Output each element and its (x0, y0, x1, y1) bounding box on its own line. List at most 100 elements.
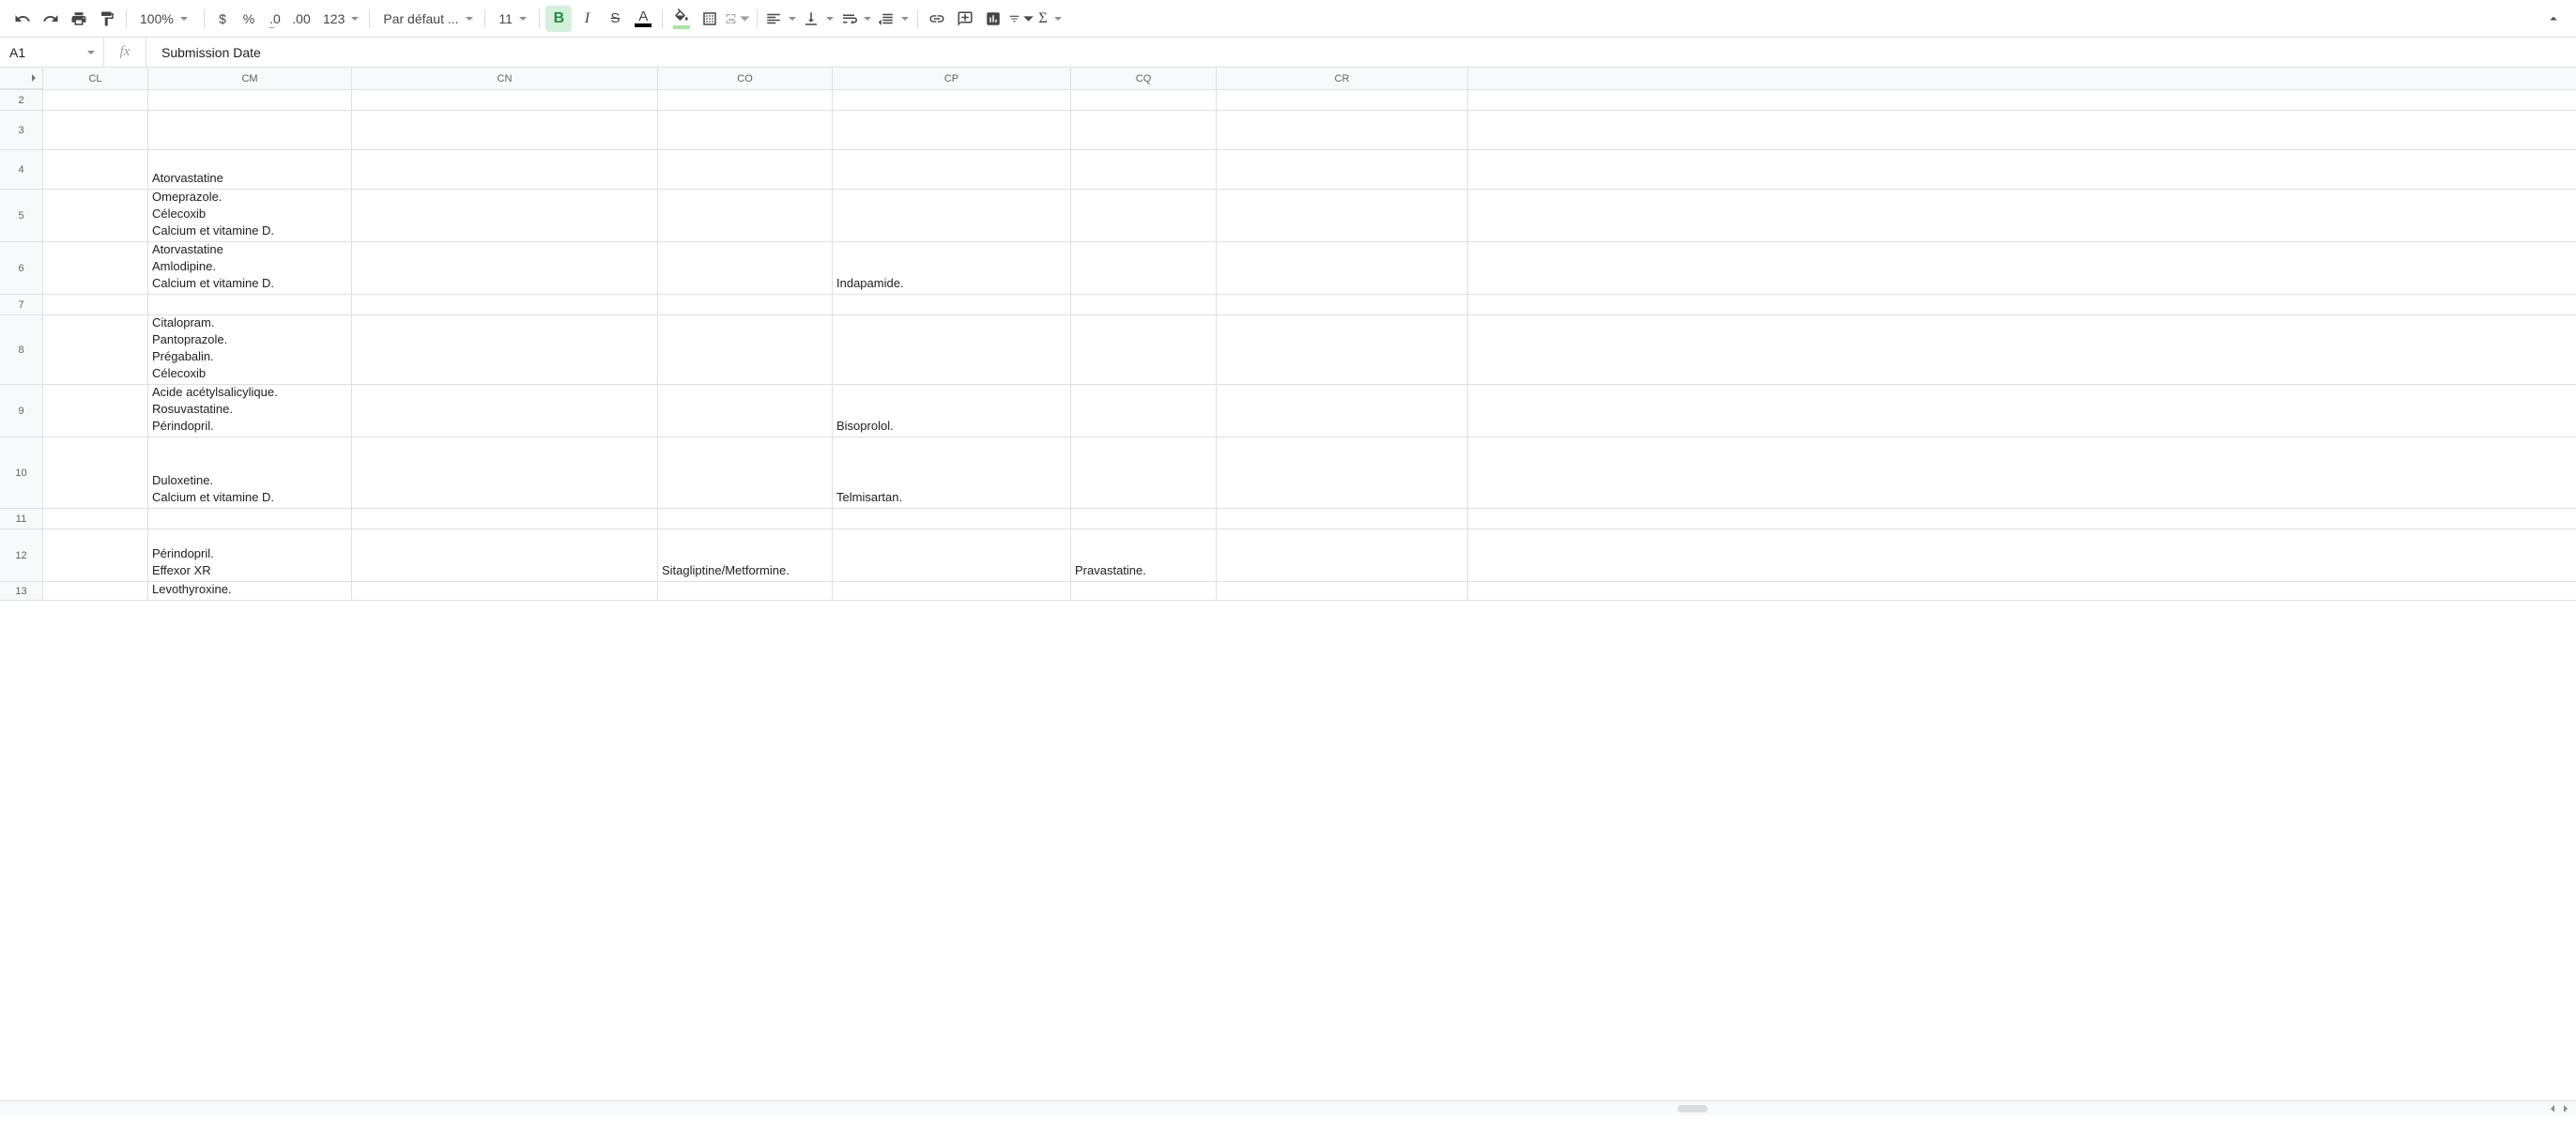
vertical-align-dropdown[interactable] (801, 6, 836, 32)
decrease-decimal-button[interactable]: .0_ (263, 6, 287, 32)
currency-format-button[interactable]: $ (210, 6, 235, 32)
cell[interactable] (1217, 385, 1468, 437)
column-header[interactable]: CL (43, 68, 148, 89)
cell[interactable] (1217, 315, 1468, 384)
cell[interactable] (658, 242, 833, 294)
cell[interactable] (658, 509, 833, 529)
insert-comment-button[interactable] (952, 6, 978, 32)
cell[interactable] (1217, 190, 1468, 241)
row-header[interactable]: 8 (0, 315, 43, 384)
cell[interactable] (148, 295, 352, 314)
collapse-toolbar-button[interactable] (2540, 6, 2567, 32)
cell[interactable] (1217, 529, 1468, 581)
horizontal-scrollbar[interactable] (0, 1100, 2576, 1115)
zoom-dropdown[interactable]: 100% (132, 6, 198, 32)
cell[interactable] (352, 509, 658, 529)
cell[interactable]: Indapamide. (833, 242, 1071, 294)
text-wrap-dropdown[interactable] (838, 6, 874, 32)
cell[interactable] (1071, 295, 1217, 314)
cell[interactable] (43, 295, 148, 314)
cell[interactable] (43, 385, 148, 437)
cell[interactable] (1071, 111, 1217, 149)
cell[interactable] (1217, 582, 1468, 600)
cell[interactable] (43, 582, 148, 600)
cell[interactable] (658, 295, 833, 314)
cell[interactable] (43, 529, 148, 581)
cell[interactable]: Pravastatine. (1071, 529, 1217, 581)
scroll-right-button[interactable] (2561, 1104, 2570, 1113)
cell[interactable] (1217, 509, 1468, 529)
cell[interactable] (1071, 582, 1217, 600)
cell[interactable]: Atorvastatine Amlodipine. Calcium et vit… (148, 242, 352, 294)
cell[interactable] (1217, 242, 1468, 294)
text-color-button[interactable]: A (630, 6, 656, 32)
cell[interactable] (833, 111, 1071, 149)
cell[interactable] (43, 190, 148, 241)
cell[interactable] (658, 111, 833, 149)
text-rotation-dropdown[interactable] (876, 6, 912, 32)
filter-button[interactable] (1008, 6, 1035, 32)
row-header[interactable]: 5 (0, 190, 43, 241)
row-header[interactable]: 3 (0, 111, 43, 149)
cell[interactable] (658, 315, 833, 384)
spreadsheet-grid[interactable]: CLCMCNCOCPCQCR 234Atorvastatine5Omeprazo… (0, 68, 2576, 1115)
column-header[interactable]: CR (1217, 68, 1468, 89)
cell[interactable] (148, 509, 352, 529)
row-header[interactable]: 2 (0, 90, 43, 110)
cell[interactable] (658, 437, 833, 508)
cell[interactable] (352, 242, 658, 294)
cell[interactable]: Sitagliptine/Metformine. (658, 529, 833, 581)
cell[interactable]: Atorvastatine (148, 150, 352, 189)
column-header[interactable]: CP (833, 68, 1071, 89)
percent-format-button[interactable]: % (237, 6, 261, 32)
cell[interactable] (1071, 509, 1217, 529)
cell[interactable]: Bisoprolol. (833, 385, 1071, 437)
insert-link-button[interactable] (924, 6, 950, 32)
cell[interactable]: Périndopril. Effexor XR (148, 529, 352, 581)
cell[interactable] (352, 111, 658, 149)
cell[interactable] (352, 190, 658, 241)
borders-button[interactable] (697, 6, 723, 32)
insert-chart-button[interactable] (980, 6, 1006, 32)
cell[interactable] (43, 437, 148, 508)
row-header[interactable]: 7 (0, 295, 43, 314)
cell[interactable] (352, 315, 658, 384)
select-all-corner[interactable] (0, 68, 43, 89)
cell[interactable] (1071, 315, 1217, 384)
cell[interactable] (352, 150, 658, 189)
cell[interactable] (43, 509, 148, 529)
cell[interactable] (833, 295, 1071, 314)
row-header[interactable]: 6 (0, 242, 43, 294)
cell[interactable] (833, 190, 1071, 241)
strikethrough-button[interactable]: S (602, 6, 628, 32)
redo-button[interactable] (38, 6, 64, 32)
horizontal-align-dropdown[interactable] (763, 6, 799, 32)
cell[interactable] (833, 90, 1071, 110)
cell[interactable] (833, 582, 1071, 600)
cell[interactable] (43, 150, 148, 189)
cell[interactable]: Omeprazole. Célecoxib Calcium et vitamin… (148, 190, 352, 241)
paint-format-button[interactable] (94, 6, 120, 32)
cell[interactable] (658, 90, 833, 110)
cell[interactable] (352, 582, 658, 600)
functions-dropdown[interactable]: Σ (1036, 6, 1064, 32)
cell[interactable]: Acide acétylsalicylique. Rosuvastatine. … (148, 385, 352, 437)
row-header[interactable]: 13 (0, 582, 43, 600)
cell[interactable] (1217, 437, 1468, 508)
column-header[interactable]: CO (658, 68, 833, 89)
cell[interactable] (352, 90, 658, 110)
cell[interactable]: Citalopram. Pantoprazole. Prégabalin. Cé… (148, 315, 352, 384)
cell[interactable] (1071, 437, 1217, 508)
cell[interactable]: Levothyroxine. (148, 582, 352, 600)
cell[interactable]: Duloxetine. Calcium et vitamine D. (148, 437, 352, 508)
cell[interactable] (1217, 295, 1468, 314)
cell[interactable] (1071, 190, 1217, 241)
cell[interactable] (43, 315, 148, 384)
cell[interactable] (658, 190, 833, 241)
cell[interactable] (1217, 90, 1468, 110)
row-header[interactable]: 9 (0, 385, 43, 437)
print-button[interactable] (66, 6, 92, 32)
cell[interactable] (352, 295, 658, 314)
scroll-left-button[interactable] (2548, 1104, 2557, 1113)
fill-color-button[interactable] (668, 6, 695, 32)
